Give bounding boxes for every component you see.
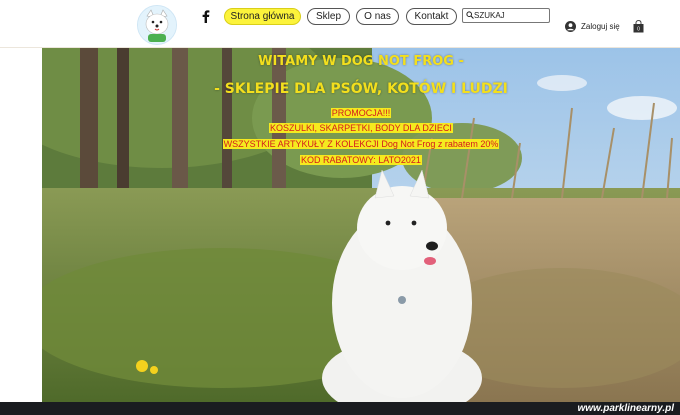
hero-headline-2: - SKLEPIE DLA PSÓW, KOTÓW I LUDZI [214, 81, 508, 97]
search-box[interactable] [462, 8, 550, 23]
nav-contact[interactable]: Kontakt [406, 8, 457, 25]
watermark-text: www.parklinearny.pl [577, 403, 674, 414]
cart-count: 0 [637, 27, 640, 33]
search-icon [466, 11, 474, 19]
login-label: Zaloguj się [581, 22, 620, 31]
shopping-bag-icon[interactable]: 0 [633, 20, 644, 33]
nav-about[interactable]: O nas [356, 8, 399, 25]
user-avatar-icon [565, 21, 576, 32]
dog-logo[interactable] [137, 5, 177, 45]
bottom-strip: www.parklinearny.pl [0, 402, 680, 415]
facebook-icon[interactable] [199, 9, 213, 23]
promo-code: KOD RABATOWY: LATO2021 [300, 155, 422, 165]
nav-home[interactable]: Strona główna [224, 8, 301, 25]
promo-line-3: WSZYSTKIE ARTYKUŁY Z KOLEKCJI Dog Not Fr… [222, 139, 500, 149]
promo-line-2: KOSZULKI, SKARPETKI, BODY DLA DZIECI [269, 123, 453, 133]
hero-headline-1: WITAMY W DOG NOT FROG - [258, 54, 464, 69]
site-header: Strona główna Sklep O nas Kontakt Zalogu… [0, 0, 680, 48]
promo-line-1: PROMOCJA!!! [330, 108, 392, 118]
nav-shop[interactable]: Sklep [307, 8, 350, 25]
hero-banner: WITAMY W DOG NOT FROG - - SKLEPIE DLA PS… [42, 48, 680, 402]
hero-photo-samoyed [42, 48, 680, 402]
search-input[interactable] [474, 9, 546, 22]
